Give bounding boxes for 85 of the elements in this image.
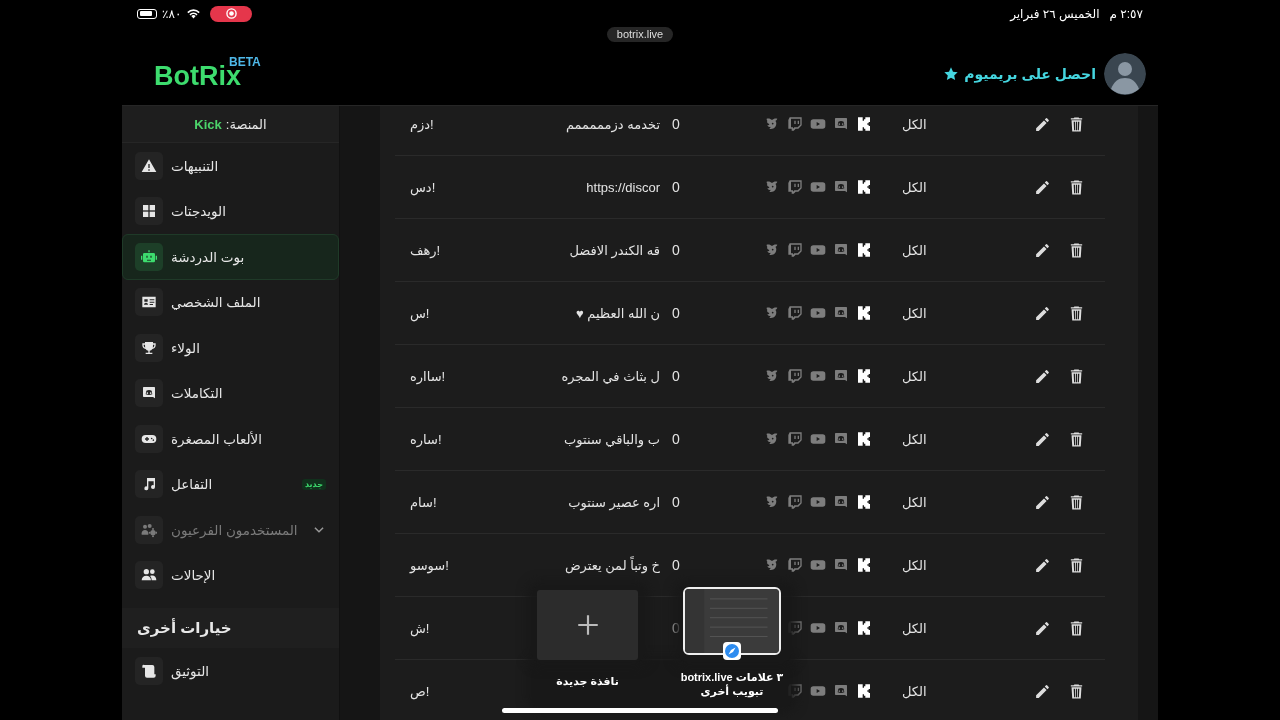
pencil-icon xyxy=(1033,556,1051,574)
premium-link[interactable]: احصل على بريميوم xyxy=(943,65,1096,82)
trophy-icon xyxy=(141,339,157,356)
sidebar-item[interactable]: الويدجتات xyxy=(122,188,339,234)
use-count: 0 xyxy=(671,431,680,447)
command-name: !رهف xyxy=(409,242,441,258)
new-badge: جديد xyxy=(302,478,326,490)
music-note-icon xyxy=(141,476,157,493)
pencil-icon xyxy=(1033,493,1051,511)
sidebar-item[interactable]: الألعاب المصغرة xyxy=(122,416,339,462)
use-count: 0 xyxy=(671,620,680,636)
pencil-icon xyxy=(1033,619,1051,637)
response-text: https://discor xyxy=(586,179,660,195)
pencil-icon xyxy=(1033,178,1051,196)
section-title: خيارات أخرى xyxy=(122,608,339,648)
command-name: !سوسو xyxy=(408,557,449,573)
use-count: 0 xyxy=(671,116,680,132)
beta-label: BETA xyxy=(229,55,261,69)
command-name: !ش xyxy=(409,620,430,636)
pencil-icon xyxy=(1033,682,1051,700)
sidebar-item[interactable]: الولاء xyxy=(122,325,339,371)
new-window-tile[interactable] xyxy=(537,590,638,660)
compass-icon xyxy=(723,642,741,660)
tab-thumbnail[interactable] xyxy=(683,587,781,655)
pencil-icon xyxy=(1033,241,1051,259)
star-icon xyxy=(943,65,960,82)
scope-label: الكل xyxy=(901,683,927,699)
scope-label: الكل xyxy=(901,431,927,447)
scope-label: الكل xyxy=(901,305,927,321)
pencil-icon xyxy=(1033,115,1051,133)
response-text: اره عصير سنتوب xyxy=(568,494,660,510)
sidebar-item[interactable]: التوثيق xyxy=(122,648,339,694)
command-name: !س xyxy=(409,305,430,321)
status-date: الخميس ٢٦ فبراير xyxy=(1010,6,1100,21)
response-text: تخدمه دزمممممم xyxy=(565,116,660,132)
command-name: !ساره xyxy=(409,431,442,447)
address-bar[interactable]: botrix.live xyxy=(606,27,674,42)
sidebar-item[interactable]: الملف الشخصي xyxy=(122,279,339,325)
use-count: 0 xyxy=(671,494,680,510)
response-text: ن الله العظيم ♥ xyxy=(575,305,660,321)
sidebar-item[interactable]: التنبيهات xyxy=(122,143,339,189)
response-text: ل بثاث في المجره xyxy=(561,368,660,384)
scope-label: الكل xyxy=(901,116,927,132)
status-time: ٢:٥٧ م xyxy=(1109,6,1143,21)
scope-label: الكل xyxy=(901,368,927,384)
tab-label: botrix.live ٣ علامات تبويب أخرى xyxy=(679,670,785,698)
scope-label: الكل xyxy=(901,242,927,258)
command-name: !سااره xyxy=(409,368,446,384)
pencil-icon xyxy=(1033,367,1051,385)
scope-label: الكل xyxy=(901,494,927,510)
platform-label: المنصة: xyxy=(225,116,267,132)
battery-icon xyxy=(137,8,157,19)
command-name: !دزم xyxy=(409,116,434,132)
response-text: خ وتباً لمن يعترض xyxy=(564,557,660,573)
scroll-icon xyxy=(141,662,157,679)
command-name: !ص xyxy=(409,683,430,699)
platform-name: Kick xyxy=(194,116,222,132)
command-name: !سام xyxy=(409,494,437,510)
command-name: !دس xyxy=(409,179,436,195)
users-gear-icon xyxy=(141,521,157,538)
use-count: 0 xyxy=(671,557,680,573)
response-text: ب والباقي سنتوب xyxy=(564,431,660,447)
sidebar-item[interactable]: التفاعل جديد xyxy=(122,461,339,507)
grid-icon xyxy=(141,203,157,220)
sidebar-item[interactable]: بوت الدردشة xyxy=(122,234,339,280)
pencil-icon xyxy=(1033,430,1051,448)
use-count: 0 xyxy=(671,179,680,195)
response-text: قه الكندر الافضل xyxy=(569,242,660,258)
avatar[interactable] xyxy=(1104,52,1146,95)
scope-label: الكل xyxy=(901,557,927,573)
scope-label: الكل xyxy=(901,620,927,636)
recording-indicator[interactable] xyxy=(210,5,253,22)
sidebar-item[interactable]: التكاملات xyxy=(122,370,339,416)
sidebar-item[interactable]: الإحالات xyxy=(122,552,339,598)
record-icon xyxy=(225,8,237,19)
use-count: 0 xyxy=(671,242,680,258)
use-count: 0 xyxy=(671,368,680,384)
robot-icon xyxy=(141,248,157,265)
warning-icon xyxy=(141,157,157,174)
battery-percent: ٨٠٪ xyxy=(162,6,182,21)
pencil-icon xyxy=(1033,304,1051,322)
scope-label: الكل xyxy=(901,179,927,195)
new-window-label: نافذة جديدة xyxy=(555,675,620,688)
wifi-icon xyxy=(186,6,202,21)
use-count: 0 xyxy=(671,305,680,321)
